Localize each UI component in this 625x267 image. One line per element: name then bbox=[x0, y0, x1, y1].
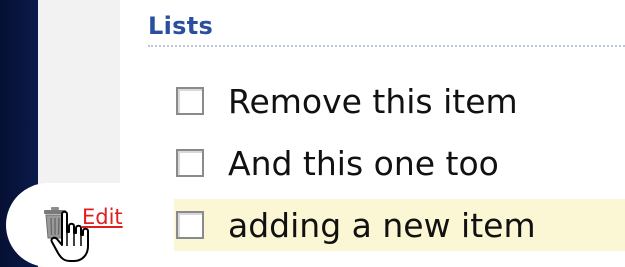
item-label: And this one too bbox=[228, 143, 499, 183]
list-item[interactable]: Remove this item bbox=[174, 78, 625, 124]
lists-title: Lists bbox=[148, 12, 214, 40]
item-checkbox[interactable] bbox=[176, 211, 204, 239]
list-item[interactable]: And this one too bbox=[174, 140, 625, 186]
item-label: Remove this item bbox=[228, 81, 518, 121]
header-divider bbox=[148, 45, 625, 47]
item-checkbox[interactable] bbox=[176, 87, 204, 115]
screenshot-frame: Lists Remove this item And this one too … bbox=[0, 0, 625, 267]
lists-header: Lists bbox=[148, 10, 625, 48]
item-checkbox[interactable] bbox=[176, 149, 204, 177]
hand-pointer-cursor-icon bbox=[50, 210, 89, 262]
item-label: adding a new item bbox=[228, 205, 536, 245]
list-item-highlighted[interactable]: adding a new item bbox=[174, 199, 625, 251]
